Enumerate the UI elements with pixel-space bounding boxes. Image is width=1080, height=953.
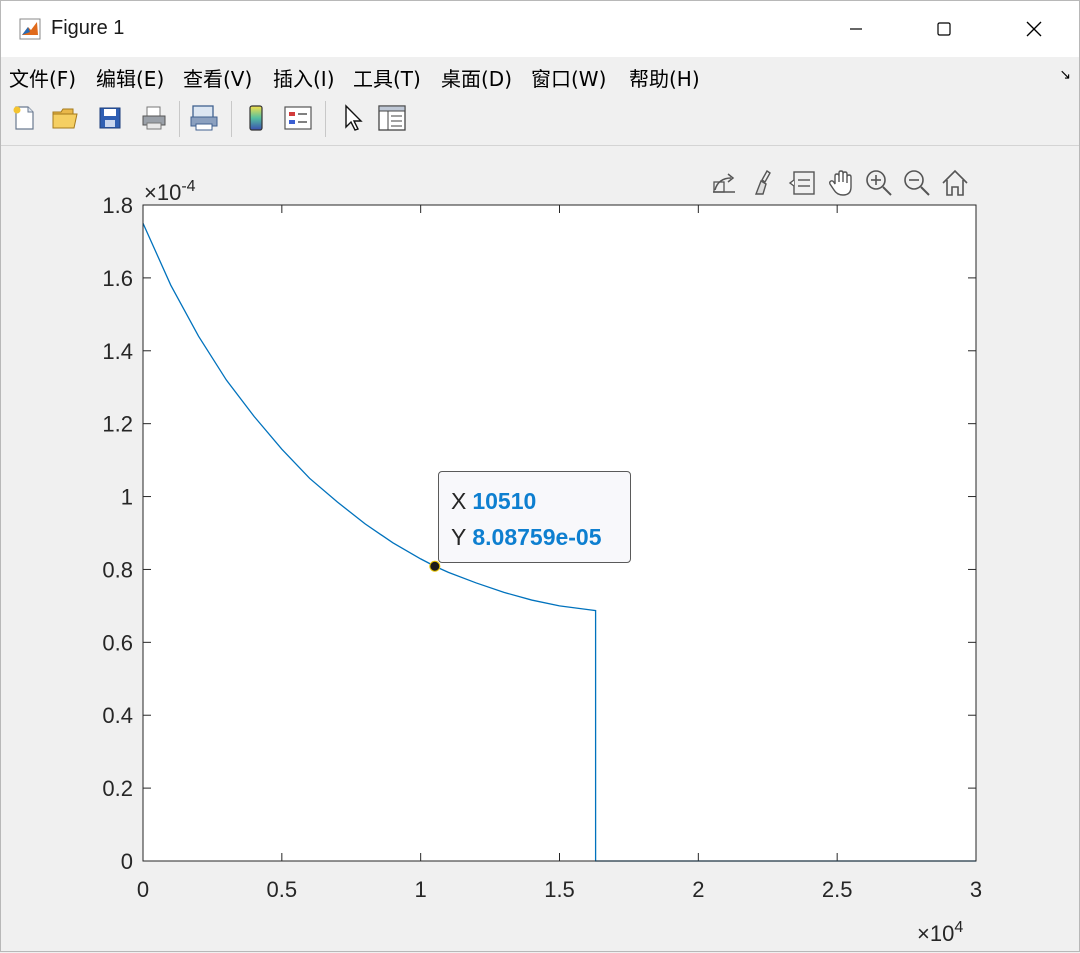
datatip-y-value: 8.08759e-05 <box>472 524 602 550</box>
pan-icon <box>828 170 852 196</box>
datatip-x-key: X <box>451 488 467 514</box>
figure-window: Figure 1 文件(F) 编辑(E) 查看(V) 插入(I) 工具(T) 桌… <box>0 0 1080 952</box>
maximize-icon <box>937 22 951 36</box>
menu-file[interactable]: 文件(F) <box>9 63 76 92</box>
y-tick-label: 0.4 <box>102 703 133 728</box>
y-tick-label: 1.8 <box>102 193 133 218</box>
menu-edit[interactable]: 编辑(E) <box>96 63 164 92</box>
menu-window[interactable]: 窗口(W) <box>531 63 606 92</box>
edit-plot-button[interactable] <box>335 101 369 135</box>
x-tick-label: 3 <box>970 877 982 902</box>
menu-tools[interactable]: 工具(T) <box>353 63 421 92</box>
toolbar-separator <box>231 101 232 137</box>
y-tick-label: 1 <box>121 485 133 510</box>
property-inspector-icon <box>378 105 406 131</box>
x-exponent-label: ×104 <box>917 919 963 946</box>
datatip-box[interactable]: X 10510 Y 8.08759e-05 <box>438 471 631 563</box>
datatip-x-row: X 10510 <box>451 488 536 515</box>
x-tick-label: 2.5 <box>822 877 853 902</box>
x-tick-label: 1.5 <box>544 877 575 902</box>
menu-desktop[interactable]: 桌面(D) <box>441 63 512 92</box>
insert-legend-button[interactable] <box>281 101 315 135</box>
maximize-button[interactable] <box>899 1 989 57</box>
insert-colorbar-button[interactable] <box>239 101 273 135</box>
menu-insert[interactable]: 插入(I) <box>273 63 335 92</box>
y-tick-label: 0.2 <box>102 776 133 801</box>
y-tick-label: 0.6 <box>102 630 133 655</box>
save-icon <box>99 107 121 129</box>
zoom-out-icon <box>904 170 930 196</box>
datatip-x-value: 10510 <box>472 488 537 514</box>
close-button[interactable] <box>989 1 1079 57</box>
toolbar-separator <box>325 101 326 137</box>
title-bar[interactable]: Figure 1 <box>1 1 1079 57</box>
colorbar-icon <box>249 105 263 131</box>
menu-overflow-icon[interactable]: ↘ <box>1059 67 1071 83</box>
print-icon <box>142 106 166 130</box>
restore-view-button[interactable] <box>937 165 973 201</box>
pan-button[interactable] <box>823 165 859 201</box>
y-tick-label: 1.2 <box>102 412 133 437</box>
minimize-icon <box>850 28 862 30</box>
x-tick-label: 1 <box>415 877 427 902</box>
export-icon <box>713 173 735 193</box>
menu-view[interactable]: 查看(V) <box>183 63 252 92</box>
axes-toolbar <box>705 165 977 203</box>
print-button[interactable] <box>137 101 171 135</box>
datatip-icon <box>788 171 815 195</box>
export-button[interactable] <box>707 165 743 201</box>
datatip-marker[interactable] <box>429 560 441 572</box>
window-title: Figure 1 <box>51 17 125 39</box>
menu-bar: 文件(F) 编辑(E) 查看(V) 插入(I) 工具(T) 桌面(D) 窗口(W… <box>1 57 1079 95</box>
edit-plot-icon <box>345 104 363 131</box>
x-tick-label: 0 <box>137 877 149 902</box>
datatip-y-row: Y 8.08759e-05 <box>451 524 602 551</box>
minimize-button[interactable] <box>811 1 901 57</box>
x-tick-label: 0.5 <box>267 877 298 902</box>
print-preview-button[interactable] <box>187 101 221 135</box>
brush-button[interactable] <box>747 165 783 201</box>
y-tick-label: 1.4 <box>102 339 133 364</box>
datatip-button[interactable] <box>785 165 821 201</box>
y-tick-label: 1.6 <box>102 266 133 291</box>
figure-toolbar <box>1 95 1079 146</box>
toolbar-separator <box>179 101 180 137</box>
home-icon <box>942 169 968 196</box>
legend-icon <box>284 106 312 130</box>
zoom-in-button[interactable] <box>861 165 897 201</box>
y-exponent-label: ×10-4 <box>144 178 196 205</box>
print-preview-icon <box>190 105 218 131</box>
y-tick-label: 0 <box>121 849 133 874</box>
open-file-icon <box>52 108 78 129</box>
x-tick-label: 2 <box>692 877 704 902</box>
y-tick-label: 0.8 <box>102 557 133 582</box>
save-button[interactable] <box>93 101 127 135</box>
new-figure-button[interactable] <box>7 101 41 135</box>
property-inspector-button[interactable] <box>375 101 409 135</box>
new-figure-icon <box>13 106 34 130</box>
open-file-button[interactable] <box>49 101 83 135</box>
zoom-in-icon <box>866 170 892 196</box>
matlab-app-icon <box>19 18 41 40</box>
close-icon <box>1026 21 1042 37</box>
brush-icon <box>754 169 771 195</box>
zoom-out-button[interactable] <box>899 165 935 201</box>
menu-help[interactable]: 帮助(H) <box>629 63 700 92</box>
datatip-y-key: Y <box>451 524 467 550</box>
